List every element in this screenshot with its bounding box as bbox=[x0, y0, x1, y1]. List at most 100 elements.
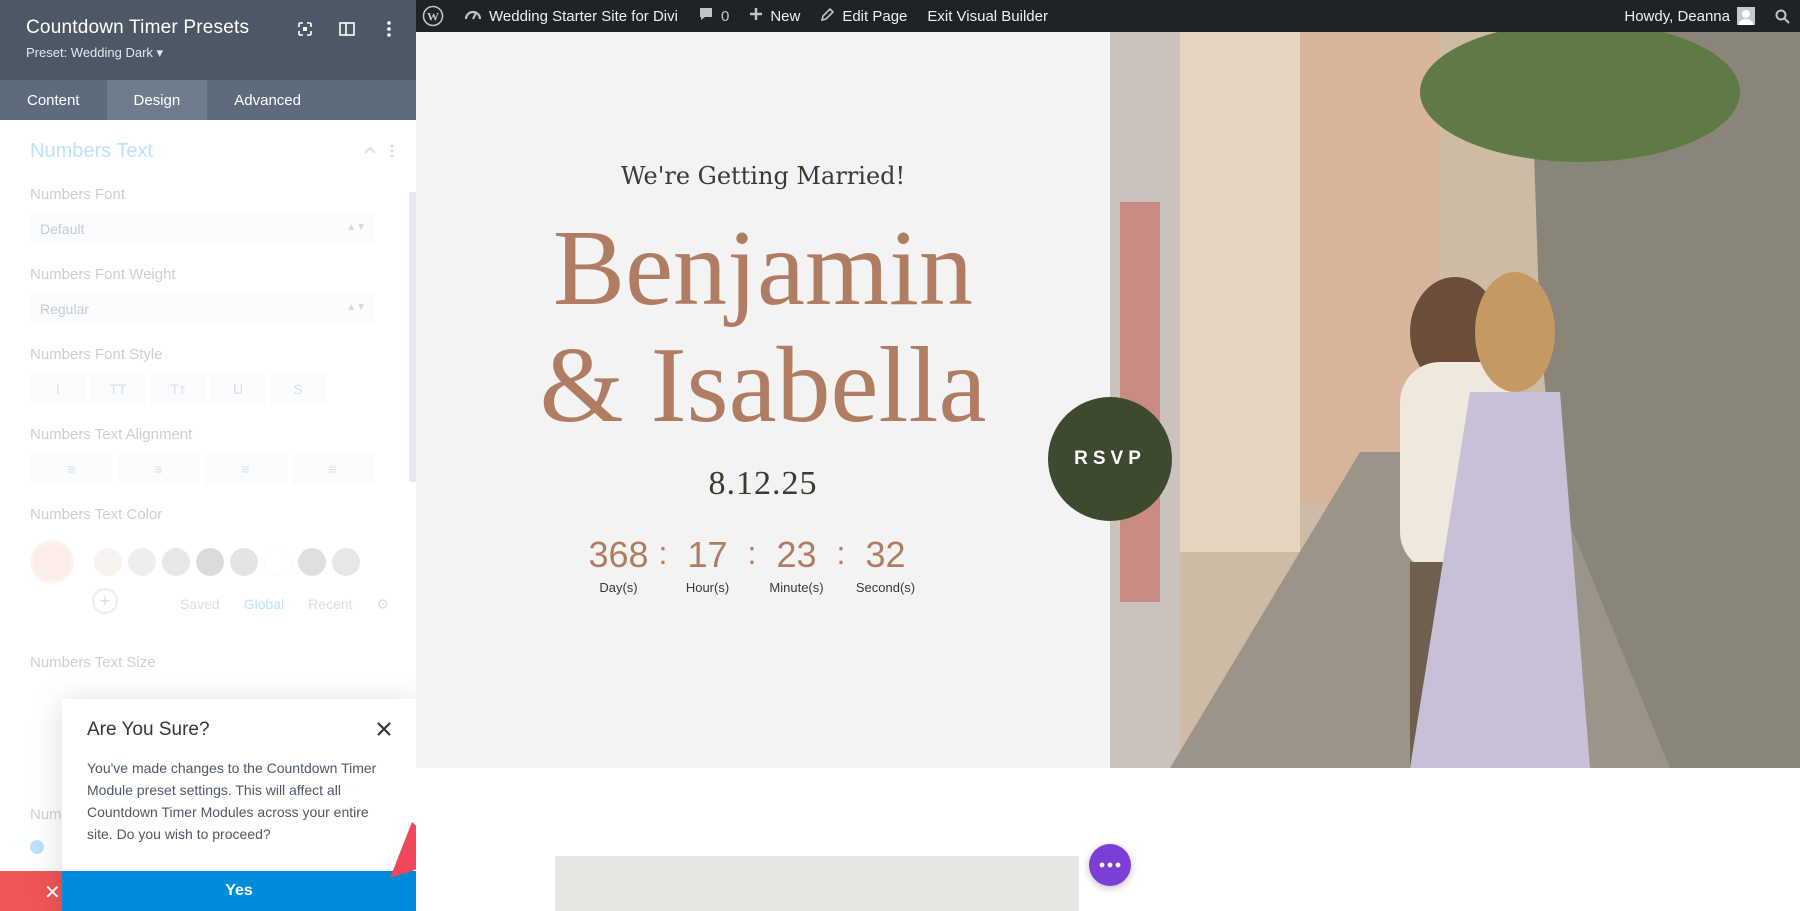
hero-name-line-1: Benjamin bbox=[416, 215, 1110, 323]
edit-page-link[interactable]: Edit Page bbox=[810, 0, 917, 32]
dialog-title: Are You Sure? bbox=[87, 719, 210, 741]
account-menu[interactable]: Howdy, Deanna bbox=[1614, 0, 1765, 32]
select-arrows-icon: ▲▼ bbox=[346, 222, 366, 233]
chevron-up-icon[interactable] bbox=[361, 142, 379, 160]
swatch-tab-saved[interactable]: Saved bbox=[180, 596, 220, 613]
color-swatches bbox=[30, 540, 360, 584]
rsvp-button[interactable]: RSVP bbox=[1048, 397, 1172, 521]
countdown-days-value: 368 bbox=[581, 534, 656, 576]
gear-icon[interactable]: ⚙ bbox=[377, 596, 390, 613]
section-menu-icon[interactable] bbox=[388, 142, 396, 160]
tab-design[interactable]: Design bbox=[107, 80, 208, 120]
color-swatch[interactable] bbox=[94, 548, 122, 576]
hero-tagline: We're Getting Married! bbox=[416, 162, 1110, 190]
countdown-hours-value: 17 bbox=[670, 534, 745, 576]
align-left-button[interactable]: ≡ bbox=[30, 453, 113, 485]
font-style-buttons: I TT Tт U S bbox=[30, 373, 326, 405]
svg-text:W: W bbox=[427, 10, 439, 24]
numbers-font-weight-select[interactable]: Regular ▲▼ bbox=[30, 293, 374, 325]
hero-text-column: We're Getting Married! Benjamin & Isabel… bbox=[416, 32, 1110, 768]
countdown-separator: : bbox=[834, 534, 848, 572]
numbers-font-value: Default bbox=[40, 221, 84, 237]
underline-button[interactable]: U bbox=[210, 373, 266, 405]
wordpress-logo-icon[interactable]: W bbox=[416, 0, 454, 32]
section-title[interactable]: Numbers Text bbox=[30, 140, 153, 163]
numbers-text-color-label: Numbers Text Color bbox=[30, 506, 162, 523]
close-icon: ✕ bbox=[44, 882, 61, 904]
italic-button[interactable]: I bbox=[30, 373, 86, 405]
align-center-button[interactable]: ≡ bbox=[117, 453, 200, 485]
uppercase-button[interactable]: TT bbox=[90, 373, 146, 405]
countdown-separator: : bbox=[745, 534, 759, 572]
numbers-font-select[interactable]: Default ▲▼ bbox=[30, 213, 374, 245]
yes-button[interactable]: Yes bbox=[62, 871, 416, 911]
numbers-text-alignment-label: Numbers Text Alignment bbox=[30, 426, 192, 443]
slider-handle[interactable] bbox=[30, 840, 44, 854]
countdown-hours: 17 Hour(s) bbox=[670, 534, 745, 595]
color-swatch[interactable] bbox=[162, 548, 190, 576]
color-swatch[interactable] bbox=[264, 548, 292, 576]
alignment-buttons: ≡ ≡ ≡ ≡ bbox=[30, 453, 374, 485]
howdy-label: Howdy, Deanna bbox=[1624, 8, 1730, 25]
avatar bbox=[1737, 7, 1755, 25]
new-label: New bbox=[770, 8, 800, 25]
search-icon[interactable] bbox=[1765, 0, 1800, 32]
fullscreen-icon[interactable] bbox=[294, 18, 316, 40]
color-swatch[interactable] bbox=[332, 548, 360, 576]
countdown-minutes: 23 Minute(s) bbox=[759, 534, 834, 595]
color-swatch[interactable] bbox=[298, 548, 326, 576]
preset-selector[interactable]: Preset: Wedding Dark ▾ bbox=[26, 45, 390, 61]
swatch-tabs: Saved Global Recent ⚙ bbox=[180, 596, 389, 613]
numbers-font-style-label: Numbers Font Style bbox=[30, 346, 163, 363]
align-justify-button[interactable]: ≡ bbox=[291, 453, 374, 485]
comments-link[interactable]: 0 bbox=[688, 0, 739, 32]
split-view-icon[interactable] bbox=[336, 18, 358, 40]
hero-name-line-2: & Isabella bbox=[416, 332, 1110, 440]
site-name-link[interactable]: Wedding Starter Site for Divi bbox=[454, 0, 688, 32]
color-swatch[interactable] bbox=[128, 548, 156, 576]
countdown-minutes-label: Minute(s) bbox=[759, 580, 834, 595]
numbers-font-weight-label: Numbers Font Weight bbox=[30, 266, 176, 283]
color-swatch[interactable] bbox=[230, 548, 258, 576]
page-canvas: We're Getting Married! Benjamin & Isabel… bbox=[416, 32, 1800, 911]
truncated-setting-label: Num bbox=[30, 806, 62, 823]
discard-button[interactable]: ✕ bbox=[0, 871, 62, 911]
swatch-tab-recent[interactable]: Recent bbox=[308, 596, 352, 613]
swatch-tab-global[interactable]: Global bbox=[244, 596, 284, 613]
new-content-link[interactable]: New bbox=[739, 0, 810, 32]
tab-advanced[interactable]: Advanced bbox=[207, 80, 328, 120]
panel-tabs: Content Design Advanced bbox=[0, 80, 416, 120]
color-swatch[interactable] bbox=[196, 548, 224, 576]
countdown-minutes-value: 23 bbox=[759, 534, 834, 576]
select-arrows-icon: ▲▼ bbox=[346, 302, 366, 313]
countdown-timer[interactable]: 368 Day(s) : 17 Hour(s) : 23 Minute(s) :… bbox=[581, 534, 923, 595]
capitalize-button[interactable]: Tт bbox=[150, 373, 206, 405]
more-options-icon[interactable] bbox=[378, 18, 400, 40]
numbers-text-size-label: Numbers Text Size bbox=[30, 654, 156, 671]
wp-admin-bar: W Wedding Starter Site for Divi 0 New Ed… bbox=[416, 0, 1800, 32]
confirm-dialog: Are You Sure? You've made changes to the… bbox=[62, 699, 416, 911]
align-right-button[interactable]: ≡ bbox=[204, 453, 287, 485]
numbers-font-weight-value: Regular bbox=[40, 301, 89, 317]
comment-icon bbox=[698, 6, 714, 26]
countdown-separator: : bbox=[656, 534, 670, 572]
dashboard-icon bbox=[464, 6, 482, 26]
close-icon[interactable] bbox=[376, 721, 392, 737]
color-picker-button[interactable] bbox=[30, 540, 74, 584]
panel-scrollbar[interactable] bbox=[409, 192, 416, 482]
more-dots-icon bbox=[1099, 862, 1121, 868]
comments-count: 0 bbox=[721, 8, 729, 25]
builder-options-button[interactable] bbox=[1089, 844, 1131, 886]
countdown-seconds-label: Second(s) bbox=[848, 580, 923, 595]
countdown-days-label: Day(s) bbox=[581, 580, 656, 595]
couple-photo-illustration bbox=[1110, 32, 1800, 768]
dialog-message: You've made changes to the Countdown Tim… bbox=[87, 757, 397, 845]
tab-content[interactable]: Content bbox=[0, 80, 107, 120]
add-color-icon[interactable]: + bbox=[92, 588, 118, 614]
strikethrough-button[interactable]: S bbox=[270, 373, 326, 405]
countdown-seconds-value: 32 bbox=[848, 534, 923, 576]
lower-section-block bbox=[555, 856, 1079, 911]
countdown-seconds: 32 Second(s) bbox=[848, 534, 923, 595]
panel-header: Countdown Timer Presets Preset: Wedding … bbox=[0, 0, 416, 80]
exit-visual-builder-link[interactable]: Exit Visual Builder bbox=[917, 0, 1058, 32]
